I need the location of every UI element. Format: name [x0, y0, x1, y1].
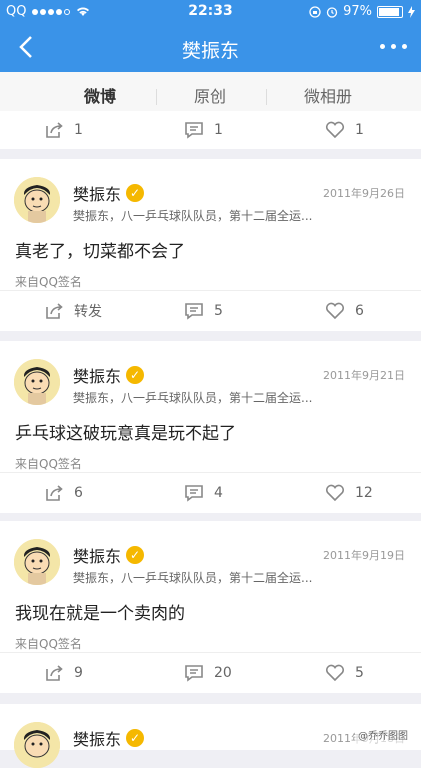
repost-button[interactable]: 1	[44, 110, 83, 150]
like-button[interactable]: 12	[325, 473, 373, 513]
comment-icon	[185, 485, 203, 502]
comment-button[interactable]: 20	[184, 653, 232, 693]
repost-button[interactable]: 6	[44, 473, 83, 513]
post-date: 2011年9月19日	[323, 549, 405, 562]
post-source: 来自QQ签名	[15, 637, 82, 651]
battery-icon	[377, 5, 403, 18]
avatar[interactable]	[14, 177, 60, 223]
heart-icon	[325, 664, 345, 682]
status-bar: QQ 22:33 97%	[0, 0, 421, 24]
post-actions: 6 4 12	[0, 473, 421, 513]
tab-divider	[266, 89, 267, 105]
repost-count: 9	[74, 665, 83, 681]
author-name: 樊振东	[73, 730, 122, 749]
like-count: 6	[355, 303, 364, 319]
comment-count: 5	[214, 303, 223, 319]
cartoon-avatar-image	[14, 722, 60, 768]
comment-icon	[185, 122, 203, 139]
repost-icon	[46, 122, 63, 138]
author-name: 樊振东	[73, 367, 122, 386]
repost-button[interactable]: 9	[44, 653, 83, 693]
verified-badge-icon: ✓	[126, 184, 145, 202]
post-author[interactable]: 樊振东 ✓	[73, 543, 145, 567]
post-date: 2011年9月21日	[323, 369, 405, 382]
like-count: 5	[355, 665, 364, 681]
comment-count: 1	[214, 122, 223, 138]
more-icon[interactable]	[380, 44, 407, 49]
tab-divider	[156, 89, 157, 105]
verified-badge-icon: ✓	[126, 546, 145, 564]
avatar[interactable]	[14, 539, 60, 585]
tab-label: 原创	[193, 87, 226, 106]
comment-icon	[185, 303, 203, 320]
repost-count: 6	[74, 485, 83, 501]
avatar[interactable]	[14, 359, 60, 405]
nav-bar: 樊振东	[0, 24, 421, 72]
alarm-icon	[326, 6, 338, 18]
repost-icon	[46, 485, 63, 501]
battery-percent: 97%	[343, 4, 372, 19]
heart-icon	[325, 484, 345, 502]
comment-icon	[185, 665, 203, 682]
author-description: 樊振东，八一乒乓球队队员，第十二届全运...	[73, 571, 313, 585]
avatar[interactable]	[14, 722, 60, 768]
repost-count: 转发	[74, 304, 102, 320]
author-description: 樊振东，八一乒乓球队队员，第十二届全运...	[73, 391, 313, 405]
like-count: 12	[355, 485, 373, 501]
cartoon-avatar-image	[14, 359, 60, 405]
verified-badge-icon: ✓	[126, 366, 145, 384]
comment-button[interactable]: 4	[184, 473, 223, 513]
page-title: 樊振东	[181, 40, 239, 62]
comment-count: 20	[214, 665, 232, 681]
like-button[interactable]: 5	[325, 653, 364, 693]
repost-icon	[46, 303, 63, 319]
post-card[interactable]: 樊振东 ✓ 2011年9月19日 樊振东，八一乒乓球队队员，第十二届全运... …	[0, 521, 421, 693]
like-button[interactable]: 6	[325, 291, 364, 331]
heart-icon	[325, 302, 345, 320]
post-card[interactable]: 樊振东 ✓ 2011年9月26日 樊振东，八一乒乓球队队员，第十二届全运... …	[0, 159, 421, 331]
like-button[interactable]: 1	[325, 110, 364, 150]
post-author[interactable]: 樊振东 ✓	[73, 181, 145, 205]
post-date: 2011年9月26日	[323, 187, 405, 200]
post-author[interactable]: 樊振东 ✓	[73, 363, 145, 387]
comment-button[interactable]: 5	[184, 291, 223, 331]
post-source: 来自QQ签名	[15, 457, 82, 471]
like-count: 1	[355, 122, 364, 138]
post-text: 真老了，切菜都不会了	[15, 242, 185, 262]
repost-button[interactable]: 转发	[44, 291, 102, 331]
repost-icon	[46, 665, 63, 681]
post-card[interactable]: 樊振东 ✓ 2011年9月21日 樊振东，八一乒乓球队队员，第十二届全运... …	[0, 341, 421, 513]
charging-icon	[408, 5, 415, 18]
verified-badge-icon: ✓	[126, 729, 145, 747]
post-text: 我现在就是一个卖肉的	[15, 604, 185, 624]
author-name: 樊振东	[73, 185, 122, 204]
post-text: 乒乓球这破玩意真是玩不起了	[15, 424, 236, 444]
watermark: @乔乔图图	[355, 726, 411, 743]
post-actions: 9 20 5	[0, 653, 421, 693]
cartoon-avatar-image	[14, 177, 60, 223]
repost-count: 1	[74, 122, 83, 138]
cartoon-avatar-image	[14, 539, 60, 585]
tab-label: 微相册	[303, 87, 352, 106]
tab-label: 微博	[83, 87, 116, 106]
lock-rotation-icon	[309, 5, 321, 18]
post-source: 来自QQ签名	[15, 275, 82, 289]
post-author[interactable]: 樊振东 ✓	[73, 726, 145, 750]
post-actions: 转发 5 6	[0, 291, 421, 331]
author-name: 樊振东	[73, 547, 122, 566]
heart-icon	[325, 121, 345, 139]
comment-count: 4	[214, 485, 223, 501]
post-actions: 1 1 1	[0, 111, 421, 149]
author-description: 樊振东，八一乒乓球队队员，第十二届全运...	[73, 209, 313, 223]
comment-button[interactable]: 1	[184, 110, 223, 150]
